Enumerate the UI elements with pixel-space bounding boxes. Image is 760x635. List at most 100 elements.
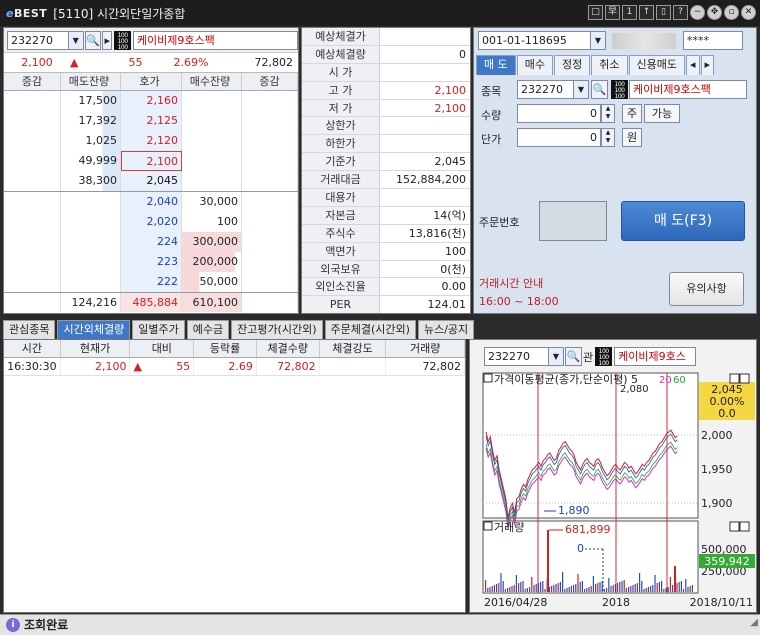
volume-bar [581, 581, 583, 592]
info-icon: i [6, 618, 20, 632]
table-row[interactable]: 16:30:30 2,100 ▲ 55 2.69 72,802 72,802 [4, 358, 466, 376]
search-icon[interactable]: 🔍 [591, 80, 608, 99]
high-label: 2,080 [620, 384, 649, 395]
move-icon[interactable]: ✥ [707, 5, 722, 20]
bid-row[interactable]: 223 200,000 [4, 252, 298, 272]
ask-row[interactable]: 1,025 2,120 [4, 131, 298, 151]
tab-bottom[interactable]: 시간외체결량 [57, 320, 131, 339]
column-header[interactable]: 현재가 [61, 340, 131, 357]
ask-row[interactable]: 38,300 2,045 [4, 171, 298, 191]
price-stepper[interactable]: ▲ ▼ [601, 128, 615, 147]
bid-row[interactable]: 224 300,000 [4, 232, 298, 252]
window-option-button[interactable]: 早 [605, 5, 620, 20]
ask-row[interactable]: 49,999 2,100 [4, 151, 298, 171]
volume-bar [509, 587, 511, 592]
volume-bar [522, 581, 524, 592]
bid-row[interactable]: 2,020 100 [4, 212, 298, 232]
chart-panel: 232270 ▼ 🔍 관 100 100 100 케이비제9호스 가격이동평균(종가,… [469, 339, 757, 613]
price-input[interactable]: 0 [517, 128, 601, 147]
window-option-button[interactable]: 1 [622, 5, 637, 20]
tab-modify[interactable]: 정정 [554, 55, 591, 75]
tab-bottom[interactable]: 뉴스/공지 [417, 320, 475, 339]
tab-sell[interactable]: 매 도 [476, 55, 516, 75]
tab-bottom[interactable]: 일별주가 [132, 320, 185, 339]
chevron-down-icon[interactable]: ▼ [590, 32, 605, 49]
volume-bar [535, 584, 537, 592]
y-tick: 1,900 [701, 497, 733, 510]
maximize-icon[interactable]: ▫ [724, 5, 739, 20]
x-tick: 2018 [602, 596, 630, 609]
volume-bar [557, 583, 559, 592]
tab-credit-sell[interactable]: 신용매도 [628, 55, 685, 75]
volume-bar [617, 583, 619, 592]
volume-bar [610, 586, 612, 592]
volume-bar [485, 580, 487, 592]
account-name-masked [612, 33, 676, 49]
minimize-icon[interactable]: − [690, 5, 705, 20]
ask-row[interactable]: 17,500 2,160 [4, 91, 298, 111]
volume-bar [641, 581, 643, 592]
volume-bar [579, 582, 581, 592]
sell-button[interactable]: 매 도(F3) [621, 201, 745, 241]
tab-bottom[interactable]: 주문체결(시간외) [324, 320, 416, 339]
volume-bar [529, 587, 531, 592]
column-header[interactable]: 체결수량 [257, 340, 320, 357]
volume-bar [590, 586, 592, 592]
order-stock-code-combo[interactable]: 232270 ▼ [517, 80, 589, 99]
quantity-unit-button[interactable]: 주 [622, 104, 642, 123]
window-option-button[interactable]: □ [588, 5, 603, 20]
chevron-down-icon[interactable]: ▼ [573, 81, 588, 98]
search-icon[interactable]: 🔍 [84, 30, 102, 50]
close-icon[interactable]: ✕ [741, 5, 756, 20]
available-qty-button[interactable]: 가능 [644, 104, 680, 123]
stock-grid-icon[interactable]: 100 100 100 [114, 30, 131, 50]
tab-bottom[interactable]: 잔고평가(시간외) [231, 320, 323, 339]
bid-row[interactable]: 2,040 30,000 [4, 192, 298, 212]
window-option-button[interactable]: ▯ [656, 5, 671, 20]
volume-bar [555, 584, 557, 592]
ma60-legend: 60 [673, 375, 686, 386]
price-unit-button[interactable]: 원 [622, 128, 642, 147]
volume-legend: 거래량 [494, 521, 524, 534]
column-header[interactable]: 등락률 [194, 340, 257, 357]
chevron-right-icon[interactable]: ▸ [700, 55, 715, 75]
chevron-down-icon[interactable]: ▼ [67, 31, 83, 49]
tab-cancel[interactable]: 취소 [591, 55, 628, 75]
window-option-button[interactable]: ↑ [639, 5, 654, 20]
arrow-icon[interactable]: ▸ [102, 30, 113, 50]
orderbook-totals: 124,216 485,884 610,100 [4, 292, 298, 312]
password-field[interactable]: **** [683, 31, 743, 50]
volume-bar [507, 588, 509, 592]
tab-bottom[interactable]: 예수금 [186, 320, 230, 339]
volume-bar [599, 582, 601, 592]
column-header[interactable]: 체결강도 [320, 340, 387, 357]
column-header[interactable]: 거래량 [386, 340, 465, 357]
panel-control-icon [729, 521, 740, 532]
volume-bar [544, 589, 546, 592]
volume-bar [608, 578, 610, 592]
quantity-input[interactable]: 0 [517, 104, 601, 123]
account-combo[interactable]: 001-01-118695 ▼ [478, 31, 606, 50]
info-row: 액면가 100 [302, 242, 470, 261]
info-row: 외국보유 0(천) [302, 260, 470, 279]
price-chart[interactable]: 가격이동평균(종가,단순이평) 5 20 602,0801,8902,0450.00… [470, 340, 758, 614]
quantity-stepper[interactable]: ▲ ▼ [601, 104, 615, 123]
volume-bar [540, 582, 542, 592]
stock-grid-icon[interactable]: 100 100 100 [611, 80, 628, 100]
stock-code-combo[interactable]: 232270 ▼ [7, 30, 84, 50]
resize-grip-icon[interactable]: ◢ [750, 613, 758, 633]
volume-bar [502, 581, 504, 592]
volume-bar [672, 585, 674, 592]
column-header[interactable]: 시간 [4, 340, 61, 357]
ask-row[interactable]: 17,392 2,125 [4, 111, 298, 131]
ma-legend: 가격이동평균(종가,단순이평) 5 [494, 373, 638, 386]
tab-bottom[interactable]: 관심종목 [3, 320, 56, 339]
bid-row[interactable]: 222 50,000 [4, 272, 298, 292]
notice-button[interactable]: 유의사항 [669, 272, 744, 306]
ma20-legend: 20 [659, 375, 672, 386]
stock-name: 케이비제9호스팩 [132, 30, 298, 50]
column-header[interactable]: 대비 [130, 340, 195, 357]
help-button[interactable]: ? [673, 5, 688, 20]
chevron-left-icon[interactable]: ◂ [685, 55, 700, 75]
tab-buy[interactable]: 매수 [516, 55, 553, 75]
